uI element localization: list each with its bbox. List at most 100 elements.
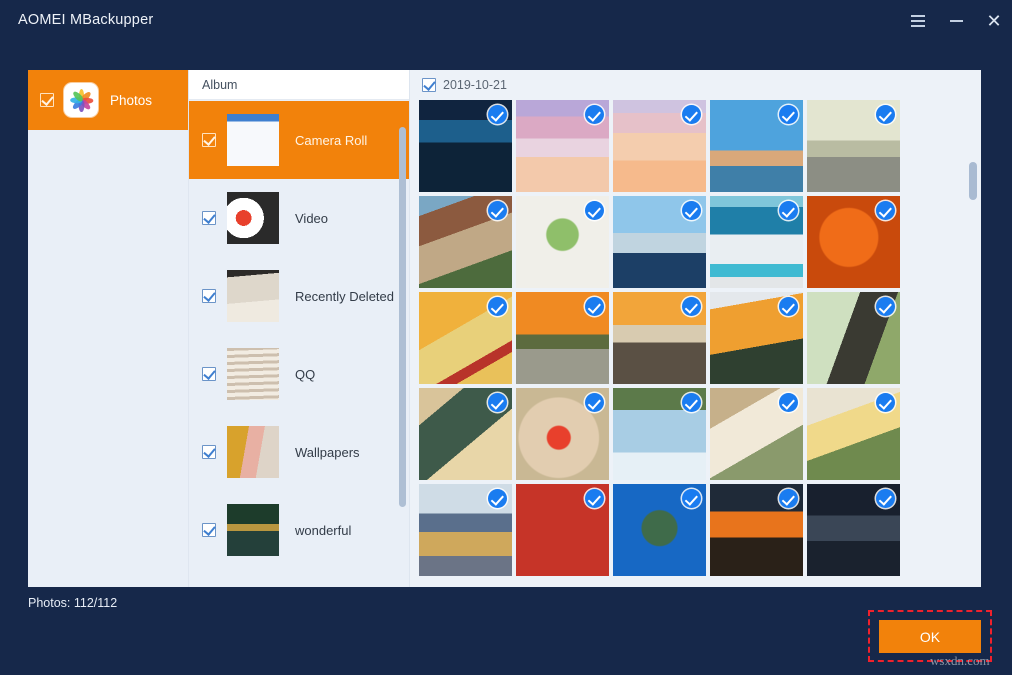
photo-thumbnail[interactable] [516, 100, 609, 192]
sidebar-item-label: Photos [110, 93, 152, 108]
photo-thumbnail[interactable] [807, 100, 900, 192]
ok-button[interactable]: OK [879, 620, 981, 653]
photo-grid-scrollbar-thumb[interactable] [969, 162, 977, 200]
photo-selected-check-icon[interactable] [585, 297, 604, 316]
photo-selected-check-icon[interactable] [488, 489, 507, 508]
photo-selected-check-icon[interactable] [876, 393, 895, 412]
photo-thumbnail[interactable] [516, 484, 609, 576]
photo-selected-check-icon[interactable] [585, 105, 604, 124]
photo-thumbnail[interactable] [710, 484, 803, 576]
source-panel: Photos [28, 70, 189, 587]
photo-thumbnail[interactable] [710, 100, 803, 192]
album-header: Album [189, 70, 409, 100]
photo-thumbnail[interactable] [807, 292, 900, 384]
photo-thumbnail[interactable] [807, 196, 900, 288]
photo-selected-check-icon[interactable] [488, 105, 507, 124]
sidebar-item-photos[interactable]: Photos [28, 70, 188, 130]
photo-selected-check-icon[interactable] [682, 201, 701, 220]
photo-thumbnail[interactable] [710, 388, 803, 480]
app-window: AOMEI MBackupper ✕ Photos Album [0, 0, 1012, 675]
app-title: AOMEI MBackupper [18, 12, 153, 28]
photo-grid-panel: 2019-10-21 [410, 70, 981, 587]
album-checkbox[interactable] [202, 211, 216, 225]
photo-selected-check-icon[interactable] [682, 489, 701, 508]
content-area: Photos Album Camera Roll Video [28, 70, 981, 587]
album-label: wonderful [295, 523, 351, 538]
photo-thumbnail[interactable] [613, 292, 706, 384]
photo-thumbnail[interactable] [419, 100, 512, 192]
photo-selected-check-icon[interactable] [488, 297, 507, 316]
photo-thumbnail[interactable] [613, 100, 706, 192]
photo-selected-check-icon[interactable] [585, 393, 604, 412]
album-item-wallpapers[interactable]: Wallpapers [189, 413, 409, 491]
album-item-qq[interactable]: QQ [189, 335, 409, 413]
album-scrollbar[interactable] [399, 101, 406, 585]
photos-checkbox[interactable] [40, 93, 54, 107]
album-label: Recently Deleted [295, 289, 394, 304]
photo-selected-check-icon[interactable] [682, 297, 701, 316]
photo-thumbnail[interactable] [516, 388, 609, 480]
album-thumbnail [227, 270, 279, 322]
photo-selected-check-icon[interactable] [488, 393, 507, 412]
album-thumbnail [227, 348, 279, 400]
watermark: wsxdn.com [930, 653, 990, 669]
menu-list-button[interactable] [905, 9, 931, 33]
minimize-button[interactable] [943, 9, 969, 33]
date-group-label: 2019-10-21 [443, 78, 507, 92]
close-icon: ✕ [986, 12, 1001, 30]
list-icon [911, 15, 925, 27]
photo-thumbnail[interactable] [613, 196, 706, 288]
album-item-camera-roll[interactable]: Camera Roll [189, 101, 409, 179]
album-thumbnail [227, 426, 279, 478]
album-checkbox[interactable] [202, 523, 216, 537]
photo-selected-check-icon[interactable] [779, 489, 798, 508]
photo-selected-check-icon[interactable] [876, 105, 895, 124]
photo-selected-check-icon[interactable] [779, 105, 798, 124]
photo-selected-check-icon[interactable] [488, 201, 507, 220]
title-bar: AOMEI MBackupper ✕ [0, 0, 1012, 42]
album-item-recently-deleted[interactable]: Recently Deleted [189, 257, 409, 335]
album-item-wonderful[interactable]: wonderful [189, 491, 409, 569]
photo-thumbnail[interactable] [516, 292, 609, 384]
photo-thumbnail[interactable] [419, 292, 512, 384]
photo-selected-check-icon[interactable] [779, 201, 798, 220]
photo-thumbnail[interactable] [807, 484, 900, 576]
photo-thumbnail[interactable] [807, 388, 900, 480]
date-group-header[interactable]: 2019-10-21 [410, 70, 981, 100]
photo-thumbnail[interactable] [613, 388, 706, 480]
album-checkbox[interactable] [202, 367, 216, 381]
photo-thumbnail[interactable] [613, 484, 706, 576]
album-item-video[interactable]: Video [189, 179, 409, 257]
close-button[interactable]: ✕ [981, 9, 1007, 33]
album-thumbnail [227, 504, 279, 556]
date-group-checkbox[interactable] [422, 78, 436, 92]
photo-selected-check-icon[interactable] [779, 297, 798, 316]
photo-selected-check-icon[interactable] [876, 489, 895, 508]
album-checkbox[interactable] [202, 133, 216, 147]
album-label: QQ [295, 367, 315, 382]
photo-selected-check-icon[interactable] [779, 393, 798, 412]
album-label: Wallpapers [295, 445, 360, 460]
album-checkbox[interactable] [202, 445, 216, 459]
photo-thumbnail[interactable] [419, 388, 512, 480]
album-label: Camera Roll [295, 133, 367, 148]
photo-selected-check-icon[interactable] [585, 489, 604, 508]
photo-thumbnail[interactable] [516, 196, 609, 288]
photo-selected-check-icon[interactable] [876, 201, 895, 220]
photo-count-status: Photos: 112/112 [28, 596, 117, 610]
photo-thumbnail[interactable] [710, 292, 803, 384]
album-checkbox[interactable] [202, 289, 216, 303]
photo-selected-check-icon[interactable] [682, 105, 701, 124]
photo-grid-scrollbar[interactable] [969, 104, 977, 583]
footer-bar: Photos: 112/112 [0, 587, 1012, 675]
album-list: Camera Roll Video Recently Deleted QQ [189, 101, 409, 587]
photo-selected-check-icon[interactable] [682, 393, 701, 412]
photo-selected-check-icon[interactable] [876, 297, 895, 316]
album-thumbnail [227, 192, 279, 244]
album-scrollbar-thumb[interactable] [399, 127, 406, 507]
album-label: Video [295, 211, 328, 226]
photo-thumbnail[interactable] [419, 484, 512, 576]
photo-selected-check-icon[interactable] [585, 201, 604, 220]
photo-thumbnail[interactable] [419, 196, 512, 288]
photo-thumbnail[interactable] [710, 196, 803, 288]
